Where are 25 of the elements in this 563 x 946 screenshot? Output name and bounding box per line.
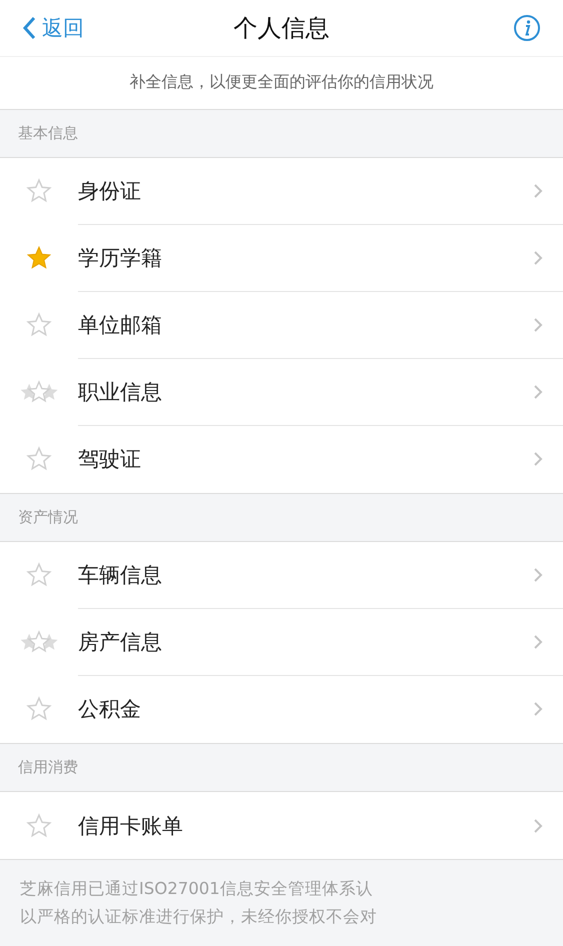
chevron-left-icon bbox=[22, 16, 36, 40]
chevron-right-icon bbox=[533, 634, 543, 650]
list-item-label[interactable]: 驾驶证 bbox=[78, 445, 533, 474]
chevron-right-icon bbox=[533, 818, 543, 834]
list-item-label[interactable]: 车辆信息 bbox=[78, 561, 533, 590]
list-item-label[interactable]: 职业信息 bbox=[78, 378, 533, 406]
chevron-right-icon bbox=[533, 250, 543, 266]
info-icon bbox=[513, 14, 541, 42]
chevron-right-icon bbox=[533, 317, 543, 334]
chevron-right-icon bbox=[533, 183, 543, 200]
page-title: 个人信息 bbox=[234, 12, 330, 44]
info-button[interactable] bbox=[513, 14, 541, 42]
list-item-label[interactable]: 学历学籍 bbox=[78, 244, 533, 272]
list-item-label[interactable]: 房产信息 bbox=[78, 628, 533, 656]
chevron-right-icon bbox=[533, 567, 543, 584]
list-item-label[interactable]: 身份证 bbox=[78, 177, 533, 206]
subtitle-text: 补全信息，以便更全面的评估你的信用状况 bbox=[0, 56, 563, 110]
back-button[interactable]: 返回 bbox=[22, 14, 84, 42]
chevron-right-icon bbox=[533, 384, 543, 400]
footer-text: 芝麻信用已通过ISO27001信息安全管理体系认 bbox=[20, 878, 374, 900]
chevron-right-icon bbox=[533, 451, 543, 468]
list-item-label[interactable]: 公积金 bbox=[78, 695, 533, 724]
list-item-label[interactable]: 单位邮箱 bbox=[78, 311, 533, 340]
footer-text: 以严格的认证标准进行保护，未经你授权不会对 bbox=[20, 906, 378, 928]
chevron-right-icon bbox=[533, 701, 543, 718]
